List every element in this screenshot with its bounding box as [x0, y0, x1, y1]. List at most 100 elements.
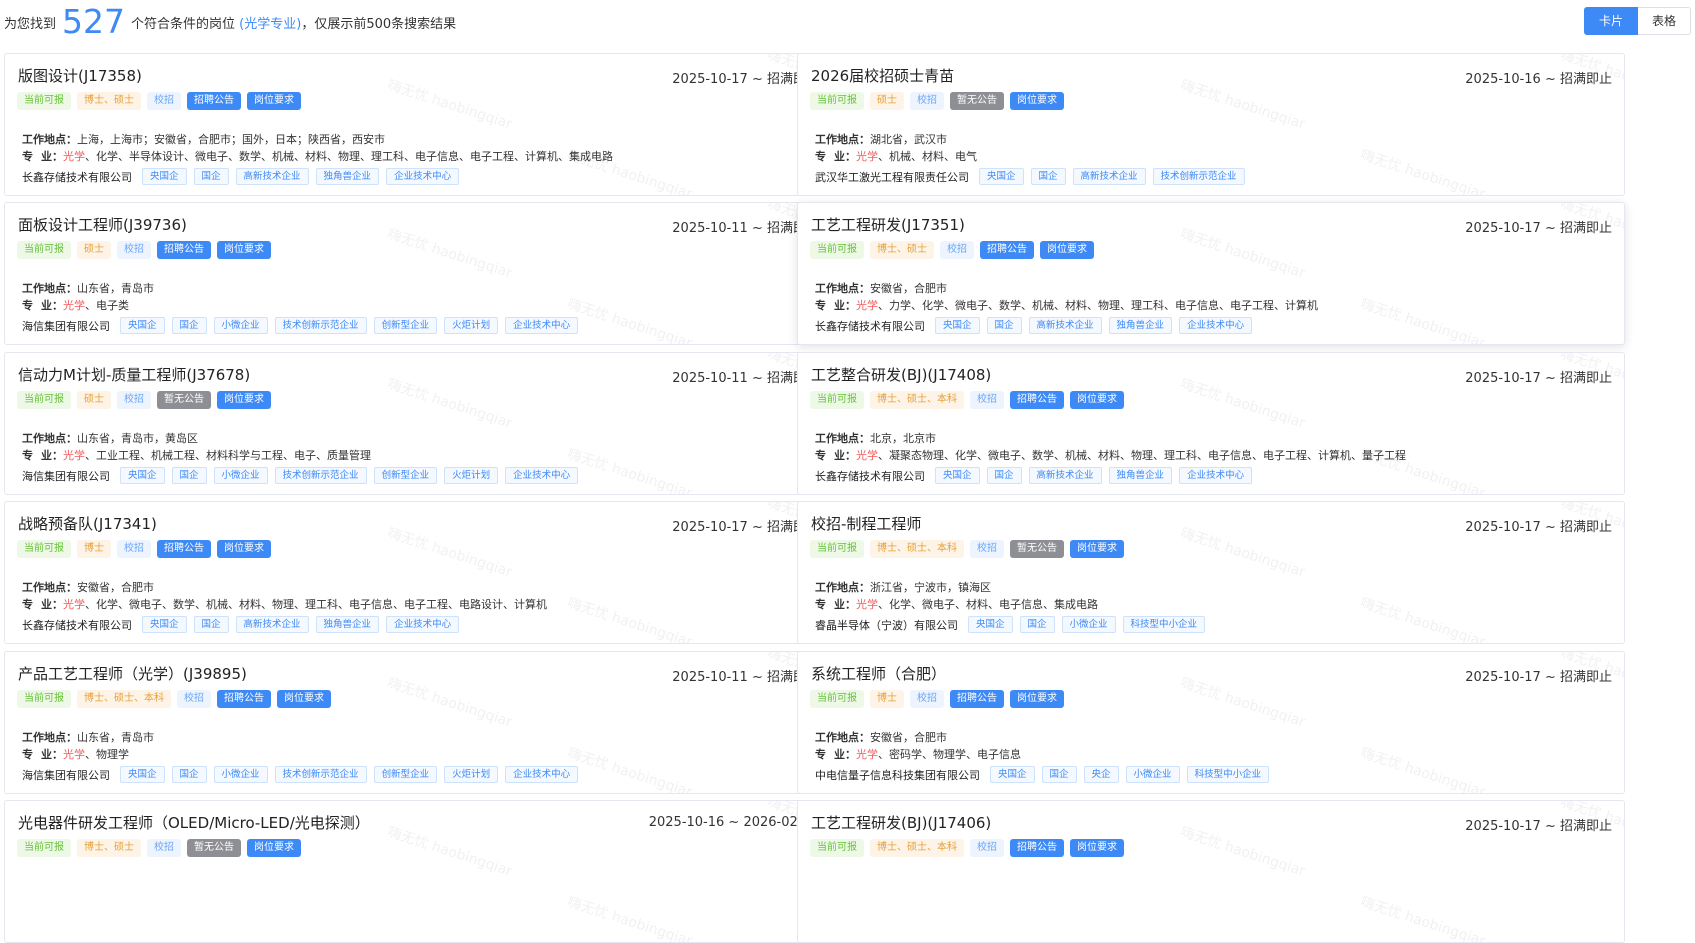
job-status-tag: 当前可报 [810, 540, 864, 558]
job-location: 工作地点：安徽省，合肥市 [22, 579, 154, 595]
job-date-range: 2025-10-17 ~ 招满即止 [1465, 221, 1612, 236]
job-location: 工作地点：北京，北京市 [815, 430, 936, 446]
company-tag: 独角兽企业 [1108, 467, 1173, 484]
major-rest: 、密码学、物理学、电子信息 [878, 748, 1021, 761]
job-action-tag[interactable]: 暂无公告 [157, 391, 211, 409]
job-action-tag[interactable]: 岗位要求 [277, 690, 331, 708]
job-status-tag: 当前可报 [17, 92, 71, 110]
job-action-tag[interactable]: 招聘公告 [980, 241, 1034, 259]
job-action-tag[interactable]: 岗位要求 [1040, 241, 1094, 259]
job-card[interactable]: 版图设计(J17358) 2025-10-17 ~ 招满即止 当前可报 博士、硕士 校招… [4, 53, 832, 196]
job-status-tag: 当前可报 [810, 92, 864, 110]
company-tag: 国企 [1019, 616, 1055, 633]
job-card[interactable]: 光电器件研发工程师（OLED/Micro-LED/光电探测） 2025-10-16… [4, 800, 832, 943]
job-tags: 当前可报 博士 校招 招聘公告 岗位要求 [17, 540, 271, 558]
company-name[interactable]: 武汉华工激光工程有限责任公司 [815, 169, 969, 185]
job-title-link[interactable]: 校招-制程工程师 [811, 513, 921, 534]
major-label-b: 业： [41, 449, 63, 462]
job-action-tag[interactable]: 暂无公告 [1010, 540, 1064, 558]
job-action-tag[interactable]: 岗位要求 [247, 92, 301, 110]
job-action-tag[interactable]: 岗位要求 [1010, 92, 1064, 110]
job-status-tag: 校招 [940, 241, 974, 259]
job-date-range: 2025-10-17 ~ 招满即止 [1465, 819, 1612, 834]
job-majors: 专业：光学、凝聚态物理、化学、微电子、数学、机械、材料、物理、理工科、电子信息、… [815, 447, 1406, 463]
major-label-b: 业： [41, 299, 63, 312]
job-card[interactable]: 产品工艺工程师（光学）(J39895) 2025-10-11 ~ 招满即止 当前可报… [4, 651, 832, 794]
company-name[interactable]: 长鑫存储技术有限公司 [815, 468, 925, 484]
job-title-link[interactable]: 系统工程师（合肥） [811, 663, 946, 684]
job-title-link[interactable]: 信动力M计划-质量工程师(J37678) [18, 364, 250, 385]
company-name[interactable]: 睿晶半导体（宁波）有限公司 [815, 617, 958, 633]
company-name[interactable]: 中电信量子信息科技集团有限公司 [815, 767, 980, 783]
company-name[interactable]: 长鑫存储技术有限公司 [22, 617, 132, 633]
job-title-link[interactable]: 工艺工程研发(J17351) [811, 214, 965, 235]
job-status-tag: 当前可报 [810, 391, 864, 409]
location-value: 山东省，青岛市，黄岛区 [77, 432, 198, 445]
major-rest: 、机械、材料、电气 [878, 150, 977, 163]
job-action-tag[interactable]: 招聘公告 [217, 690, 271, 708]
job-action-tag[interactable]: 岗位要求 [1070, 391, 1124, 409]
company-name[interactable]: 海信集团有限公司 [22, 468, 110, 484]
job-card[interactable]: 信动力M计划-质量工程师(J37678) 2025-10-11 ~ 招满即止 当前可… [4, 352, 832, 495]
job-action-tag[interactable]: 岗位要求 [1010, 690, 1064, 708]
job-title-link[interactable]: 工艺整合研发(BJ)(J17408) [811, 364, 991, 385]
job-status-tag: 当前可报 [810, 839, 864, 857]
location-label: 工作地点： [22, 432, 77, 445]
job-majors: 专业：光学、化学、半导体设计、微电子、数学、机械、材料、物理、理工科、电子信息、… [22, 148, 613, 164]
job-card[interactable]: 系统工程师（合肥） 2025-10-17 ~ 招满即止 当前可报 博士 校招 招聘公告 岗位… [797, 651, 1625, 794]
company-row: 海信集团有限公司 央国企 国企 小微企业 技术创新示范企业 创新型企业 火炬计划 企业技术中心 [22, 766, 579, 783]
company-tag: 小微企业 [213, 467, 268, 484]
job-location: 工作地点：山东省，青岛市 [22, 280, 154, 296]
job-card[interactable]: 2026届校招硕士青苗 2025-10-16 ~ 招满即止 当前可报 硕士 校招 暂无公告… [797, 53, 1625, 196]
watermark-text: 嗨无忧 haobingqiar [565, 745, 695, 794]
job-card[interactable]: 面板设计工程师(J39736) 2025-10-11 ~ 招满即止 当前可报 硕士 校招… [4, 202, 832, 345]
job-title-link[interactable]: 2026届校招硕士青苗 [811, 65, 954, 86]
major-label-b: 业： [834, 150, 856, 163]
major-highlight: 光学 [856, 150, 878, 163]
job-title-link[interactable]: 光电器件研发工程师（OLED/Micro-LED/光电探测） [18, 812, 370, 833]
major-label-a: 专 [22, 299, 33, 312]
job-status-tag: 当前可报 [17, 241, 71, 259]
company-tag: 企业技术中心 [1179, 467, 1253, 484]
job-action-tag[interactable]: 招聘公告 [157, 241, 211, 259]
company-tag: 央国企 [968, 616, 1013, 633]
job-card[interactable]: 工艺工程研发(BJ)(J17406) 2025-10-17 ~ 招满即止 当前可报博… [797, 800, 1625, 943]
major-rest: 、化学、微电子、数学、机械、材料、物理、理工科、电子信息、电子工程、电路设计、计… [85, 598, 547, 611]
job-action-tag[interactable]: 招聘公告 [950, 690, 1004, 708]
job-action-tag[interactable]: 岗位要求 [247, 839, 301, 857]
job-status-tag: 校招 [117, 391, 151, 409]
job-title-link[interactable]: 战略预备队(J17341) [18, 513, 157, 534]
job-majors: 专业：光学、力学、化学、微电子、数学、机械、材料、物理、理工科、电子信息、电子工… [815, 297, 1318, 313]
company-name[interactable]: 长鑫存储技术有限公司 [22, 169, 132, 185]
job-title-link[interactable]: 产品工艺工程师（光学）(J39895) [18, 663, 247, 684]
company-name[interactable]: 长鑫存储技术有限公司 [815, 318, 925, 334]
major-label-b: 业： [834, 748, 856, 761]
job-card[interactable]: 工艺整合研发(BJ)(J17408) 2025-10-17 ~ 招满即止 当前可报博… [797, 352, 1625, 495]
job-card[interactable]: 校招-制程工程师 2025-10-17 ~ 招满即止 当前可报 博士、硕士、本科 校招暂… [797, 501, 1625, 644]
job-title-link[interactable]: 工艺工程研发(BJ)(J17406) [811, 812, 991, 833]
job-card[interactable]: 工艺工程研发(J17351) 2025-10-17 ~ 招满即止 当前可报 博士、硕士… [797, 202, 1625, 345]
job-action-tag[interactable]: 暂无公告 [950, 92, 1004, 110]
job-action-tag[interactable]: 岗位要求 [1070, 839, 1124, 857]
company-name[interactable]: 海信集团有限公司 [22, 767, 110, 783]
job-action-tag[interactable]: 岗位要求 [217, 540, 271, 558]
job-tags: 当前可报 博士、硕士、本科 校招 暂无公告 岗位要求 [810, 540, 1124, 558]
location-value: 安徽省，合肥市 [870, 282, 947, 295]
job-title-link[interactable]: 面板设计工程师(J39736) [18, 214, 187, 235]
company-row: 中电信量子信息科技集团有限公司 央国企 国企 央企 小微企业 科技型中小企业 [815, 766, 1270, 783]
job-action-tag[interactable]: 招聘公告 [187, 92, 241, 110]
job-action-tag[interactable]: 招聘公告 [1010, 839, 1064, 857]
job-action-tag[interactable]: 暂无公告 [187, 839, 241, 857]
job-card[interactable]: 战略预备队(J17341) 2025-10-17 ~ 招满即止 当前可报 博士 校招 招聘… [4, 501, 832, 644]
location-label: 工作地点： [815, 282, 870, 295]
company-tag: 创新型企业 [373, 317, 438, 334]
job-action-tag[interactable]: 岗位要求 [1070, 540, 1124, 558]
job-action-tag[interactable]: 岗位要求 [217, 391, 271, 409]
company-name[interactable]: 海信集团有限公司 [22, 318, 110, 334]
job-action-tag[interactable]: 岗位要求 [217, 241, 271, 259]
company-tag: 央国企 [142, 168, 187, 185]
job-action-tag[interactable]: 招聘公告 [1010, 391, 1064, 409]
job-title-link[interactable]: 版图设计(J17358) [18, 65, 142, 86]
job-action-tag[interactable]: 招聘公告 [157, 540, 211, 558]
job-status-tag: 校招 [970, 839, 1004, 857]
